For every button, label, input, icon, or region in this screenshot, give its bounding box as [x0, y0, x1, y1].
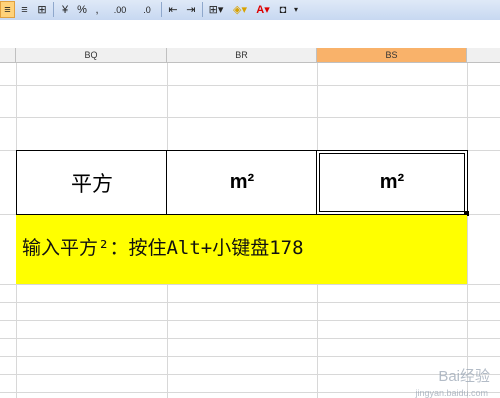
decrease-indent-icon[interactable]: ⇤	[165, 1, 181, 18]
merge-center-button[interactable]: ⊞	[34, 1, 50, 18]
toolbar-area-blank	[0, 20, 500, 48]
grid-line	[0, 284, 500, 285]
comma-style-button[interactable]: ,	[91, 1, 103, 18]
toolbar-options-icon[interactable]: ▾	[292, 1, 300, 18]
grid-line	[467, 63, 468, 398]
toolbar-separator	[161, 2, 162, 17]
column-header-bq[interactable]: BQ	[16, 48, 167, 63]
increase-indent-icon[interactable]: ⇥	[183, 1, 199, 18]
cell-bq-square-label[interactable]: 平方	[16, 150, 168, 215]
camera-icon[interactable]: ◘	[275, 1, 291, 18]
column-header-bs[interactable]: BS	[317, 48, 467, 63]
grid-line	[0, 320, 500, 321]
currency-icon[interactable]: ¥	[57, 1, 73, 18]
formatting-toolbar: ≡ ≡ ⊞ ¥ % , .00 .0 ⇤ ⇥ ⊞▾ ◈▾ A▾ ◘ ▾	[0, 0, 500, 21]
align-left-button[interactable]: ≡	[0, 1, 15, 18]
font-color-button[interactable]: A▾	[253, 1, 273, 18]
borders-button[interactable]: ⊞▾	[205, 1, 227, 18]
note-text: 输入平方²：按住Alt+小键盘178	[22, 237, 304, 259]
increase-decimal-button[interactable]: .00	[108, 1, 132, 18]
baidu-watermark-logo: Bai经验	[438, 368, 490, 385]
grid-line	[0, 338, 500, 339]
cell-bs-m2-selected[interactable]: m²	[316, 150, 468, 215]
grid-line	[0, 374, 500, 375]
grid-line	[0, 117, 500, 118]
column-header-next[interactable]	[467, 48, 500, 63]
column-header-br[interactable]: BR	[167, 48, 317, 63]
fill-color-button[interactable]: ◈▾	[229, 1, 251, 18]
cell-br-m2[interactable]: m²	[166, 150, 318, 215]
grid-line	[0, 85, 500, 86]
decrease-decimal-button[interactable]: .0	[137, 1, 157, 18]
grid-line	[0, 302, 500, 303]
grid-line	[0, 356, 500, 357]
column-header-prev[interactable]	[0, 48, 16, 63]
toolbar-separator	[53, 2, 54, 17]
toolbar-separator	[202, 2, 203, 17]
baidu-watermark-url: jingyan.baidu.com	[415, 388, 488, 398]
percent-button[interactable]: %	[75, 1, 89, 18]
align-center-button[interactable]: ≡	[17, 1, 32, 18]
